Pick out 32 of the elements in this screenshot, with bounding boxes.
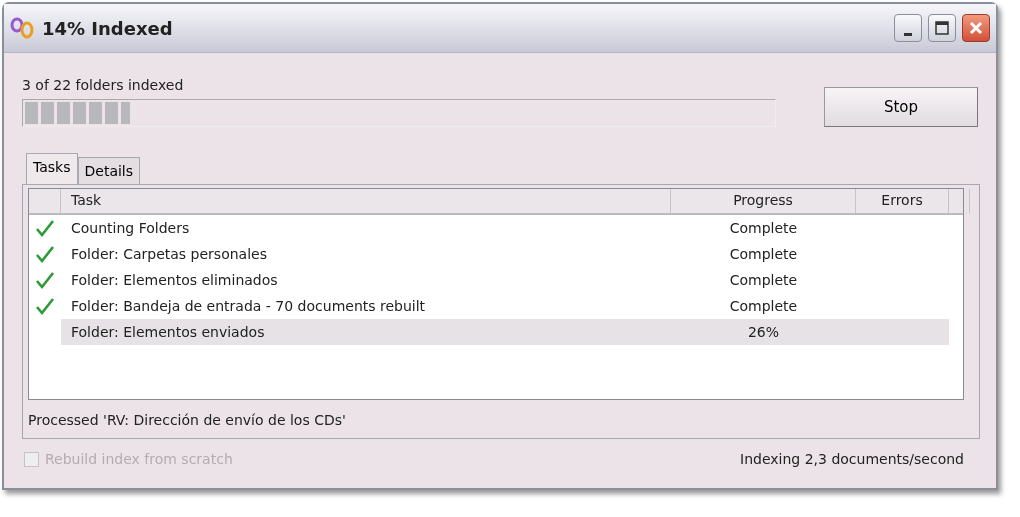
close-button[interactable] (962, 14, 990, 42)
column-header[interactable]: Task (61, 189, 671, 213)
stop-button[interactable]: Stop (824, 87, 978, 127)
maximize-icon (934, 20, 950, 36)
progress-cell-text: 26% (746, 323, 781, 342)
indexing-rate: Indexing 2,3 documents/second (740, 451, 964, 467)
column-header[interactable]: Progress (671, 189, 856, 213)
minimize-button[interactable] (894, 14, 922, 42)
app-icon (10, 17, 36, 39)
task-cell-text: Folder: Bandeja de entrada - 70 documents rebuilt (70, 297, 427, 316)
progress-cell-text: Complete (728, 245, 799, 264)
table-row[interactable]: Folder: Bandeja de entrada - 70 documents rebuilt Complete (61, 293, 949, 319)
processed-status: Processed 'RV: Dirección de envío de los CDs' (28, 411, 347, 428)
progress-cell-text: Complete (728, 219, 799, 238)
task-cell-text: Folder: Elementos eliminados (70, 271, 279, 290)
tab[interactable]: Details (77, 157, 141, 184)
close-icon (968, 20, 984, 36)
table-row[interactable]: Folder: Elementos enviados 26% (61, 319, 949, 345)
table-row[interactable]: Folder: Elementos eliminados Complete (61, 267, 949, 293)
column-header[interactable]: Errors (856, 189, 949, 213)
maximize-button[interactable] (928, 14, 956, 42)
window-title: 14% Indexed (42, 17, 174, 39)
task-cell-text: Counting Folders (70, 219, 191, 238)
minimize-icon (904, 32, 912, 36)
progress-cell-text: Complete (728, 297, 799, 316)
table-row[interactable]: Folder: Carpetas personales Complete (61, 241, 949, 267)
folders-summary: 3 of 22 folders indexed (22, 77, 185, 93)
table-row[interactable]: Counting Folders Complete (61, 215, 949, 241)
tab[interactable]: Tasks (26, 153, 78, 184)
task-cell-text: Folder: Carpetas personales (70, 245, 268, 264)
task-cell-text: Folder: Elementos enviados (70, 323, 266, 342)
progress-cell-text: Complete (728, 271, 799, 290)
